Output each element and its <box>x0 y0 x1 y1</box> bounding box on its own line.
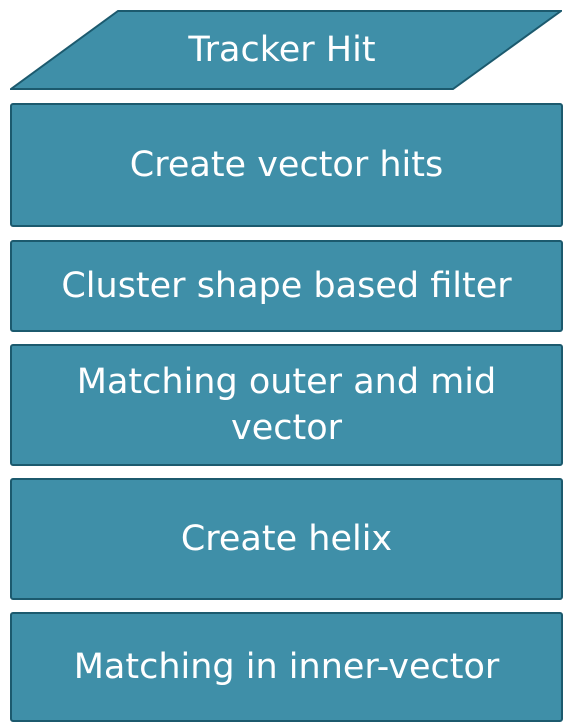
step-create-helix: Create helix <box>10 478 563 600</box>
flowchart-diagram: Tracker Hit Create vector hits Cluster s… <box>0 0 563 722</box>
step-cluster-shape-filter: Cluster shape based filter <box>10 240 563 332</box>
step-create-vector-hits: Create vector hits <box>10 103 563 227</box>
tracker-hit-label: Tracker Hit <box>188 30 376 70</box>
step-matching-outer-mid-vector: Matching outer and mid vector <box>10 344 563 466</box>
step-matching-inner-vector: Matching in inner-vector <box>10 612 563 722</box>
